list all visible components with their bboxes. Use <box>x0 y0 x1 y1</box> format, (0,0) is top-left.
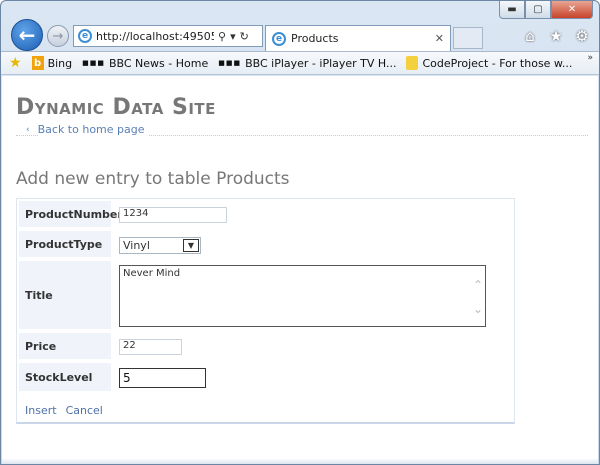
favorite-item-codeproject[interactable]: CodeProject - For those w... <box>406 56 572 70</box>
browser-toolbar: ⌂ ★ ⚙ <box>521 27 591 45</box>
productnumber-label: ProductNumber <box>19 201 123 229</box>
insert-link[interactable]: Insert <box>25 404 57 417</box>
back-link-arrow-icon: ‹ <box>26 124 30 135</box>
favorites-star-icon[interactable]: ★ <box>547 27 565 45</box>
price-field[interactable]: 22 <box>119 339 182 355</box>
price-label: Price <box>19 333 111 361</box>
page-heading: Add new entry to table Products <box>16 169 290 189</box>
navigation-bar: ← → e http://localhost:49505/F ⚲ ▾ ↻ e P… <box>1 17 599 51</box>
producttype-selected-value: Vinyl <box>123 238 150 252</box>
form-row-title: Title Never Mind ⌃ ⌄ <box>19 261 512 331</box>
forward-button[interactable]: → <box>47 25 69 47</box>
browser-window: ▬ ▢ ✕ ← → e http://localhost:49505/F ⚲ ▾… <box>0 0 600 465</box>
back-button[interactable]: ← <box>11 19 43 51</box>
insert-form: ProductNumber 1234 ProductType Vinyl ▼ T… <box>16 198 515 424</box>
new-tab-button[interactable] <box>453 27 483 49</box>
producttype-label: ProductType <box>19 231 111 259</box>
breadcrumb: ‹ Back to home page <box>16 123 588 136</box>
stocklevel-label: StockLevel <box>19 363 111 393</box>
back-to-home-link[interactable]: Back to home page <box>37 123 149 136</box>
tab-close-icon[interactable]: ✕ <box>435 32 444 45</box>
favorite-label: BBC News - Home <box>108 56 209 70</box>
productnumber-field[interactable]: 1234 <box>119 207 227 223</box>
favorites-bar: ★ b Bing ■■■ BBC News - Home ■■■ BBC iPl… <box>1 51 599 75</box>
tab-title: Products <box>291 32 339 45</box>
stocklevel-field[interactable]: 5 <box>119 368 206 388</box>
form-row-producttype: ProductType Vinyl ▼ <box>19 231 512 259</box>
form-row-stocklevel: StockLevel 5 <box>19 363 512 393</box>
form-row-productnumber: ProductNumber 1234 <box>19 201 512 229</box>
favorite-label: CodeProject - For those w... <box>422 56 573 70</box>
textarea-scrollbar[interactable]: ⌃ ⌄ <box>473 278 483 316</box>
page-bottom-edge <box>2 458 598 464</box>
title-textarea[interactable]: Never Mind ⌃ ⌄ <box>119 265 486 327</box>
favorite-item-bbc-iplayer[interactable]: ■■■ BBC iPlayer - iPlayer TV H... <box>218 57 396 70</box>
refresh-icon[interactable]: ↻ <box>240 30 249 43</box>
favorite-label: Bing <box>47 56 73 70</box>
site-title: Dynamic Data Site <box>16 95 216 120</box>
search-icon[interactable]: ⚲ <box>218 30 226 43</box>
favorites-overflow-icon[interactable]: » <box>587 53 593 63</box>
chevron-down-icon[interactable]: ▼ <box>183 238 199 252</box>
scroll-down-icon[interactable]: ⌄ <box>473 302 483 316</box>
tab-products[interactable]: e Products ✕ <box>265 25 451 51</box>
bing-icon: b <box>31 56 44 70</box>
ie-tab-icon: e <box>272 31 286 46</box>
form-actions: Insert Cancel <box>25 404 103 417</box>
address-url[interactable]: http://localhost:49505/F <box>96 30 214 43</box>
address-bar[interactable]: e http://localhost:49505/F ⚲ ▾ ↻ <box>73 25 263 47</box>
form-row-price: Price 22 <box>19 333 512 361</box>
home-icon[interactable]: ⌂ <box>521 27 539 45</box>
producttype-select[interactable]: Vinyl ▼ <box>119 236 201 254</box>
forward-arrow-icon: → <box>52 28 64 44</box>
cancel-link[interactable]: Cancel <box>66 404 103 417</box>
title-label: Title <box>19 261 111 331</box>
back-arrow-icon: ← <box>18 23 36 47</box>
favorite-label: BBC iPlayer - iPlayer TV H... <box>245 56 397 70</box>
add-favorite-star-icon[interactable]: ★ <box>9 55 22 71</box>
favorite-item-bbc-news[interactable]: ■■■ BBC News - Home <box>82 57 208 70</box>
scroll-up-icon[interactable]: ⌃ <box>473 278 483 292</box>
title-text: Never Mind <box>123 268 181 279</box>
codeproject-icon <box>406 56 419 70</box>
dropdown-icon[interactable]: ▾ <box>230 30 236 43</box>
bbc-icon: ■■■ <box>82 59 105 67</box>
ie-page-icon: e <box>78 29 92 43</box>
gear-icon[interactable]: ⚙ <box>573 27 591 45</box>
bbc-icon: ■■■ <box>218 59 242 67</box>
page-content: Dynamic Data Site ‹ Back to home page Ad… <box>2 76 598 464</box>
favorite-item-bing[interactable]: b Bing <box>31 56 73 70</box>
